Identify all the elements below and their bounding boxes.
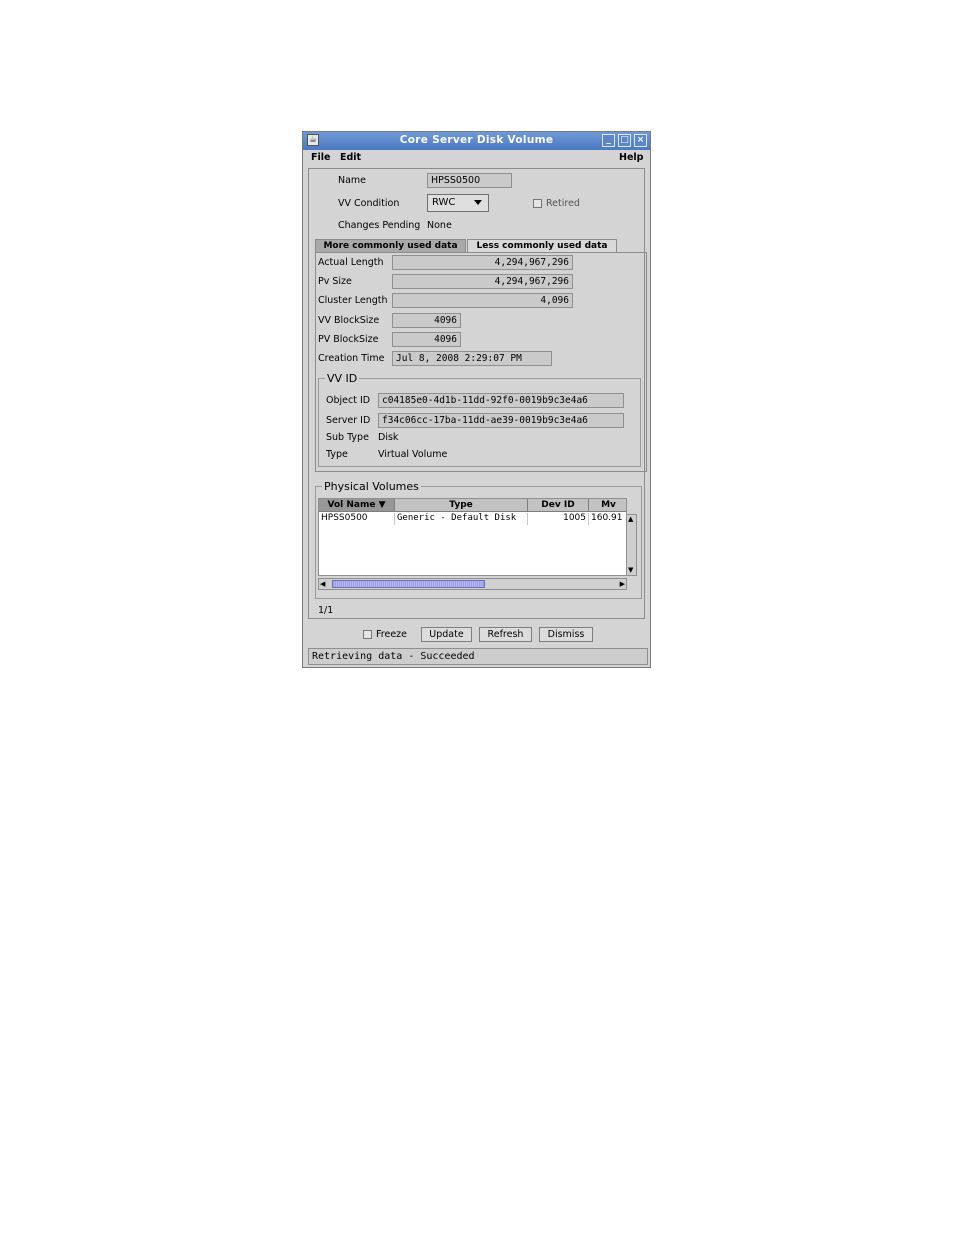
pv-blocksize-field: 4096 — [392, 332, 461, 347]
cluster-length-label: Cluster Length — [318, 295, 388, 306]
type-value: Virtual Volume — [378, 449, 448, 460]
name-field: HPSS0500 — [427, 173, 512, 188]
scrollbar-thumb[interactable] — [332, 580, 485, 588]
creation-time-field: Jul 8, 2008 2:29:07 PM — [392, 351, 552, 366]
column-header-type[interactable]: Type — [395, 499, 528, 512]
vv-blocksize-field: 4096 — [392, 313, 461, 328]
object-id-label: Object ID — [326, 395, 371, 406]
physical-volumes-group: Physical Volumes Vol Name ▼ Type Dev ID … — [315, 480, 642, 599]
title-bar[interactable]: ☕ Core Server Disk Volume _ □ × — [303, 132, 650, 150]
pv-size-field: 4,294,967,296 — [392, 274, 573, 289]
core-server-disk-volume-window: ☕ Core Server Disk Volume _ □ × File Edi… — [302, 131, 651, 668]
sub-type-label: Sub Type — [326, 432, 369, 443]
creation-time-label: Creation Time — [318, 353, 385, 364]
dismiss-button[interactable]: Dismiss — [539, 627, 593, 642]
sub-type-value: Disk — [378, 432, 399, 443]
name-label: Name — [338, 175, 367, 186]
pv-blocksize-label: PV BlockSize — [318, 334, 379, 345]
close-icon[interactable]: × — [634, 134, 647, 147]
server-id-field: f34c06cc-17ba-11dd-ae39-0019b9c3e4a6 — [378, 413, 624, 428]
vertical-scrollbar[interactable]: ▲ ▼ — [626, 514, 637, 576]
chevron-down-icon — [474, 200, 482, 205]
vv-condition-label: VV Condition — [338, 198, 400, 209]
menu-edit[interactable]: Edit — [340, 152, 361, 163]
tab-more-commonly-used[interactable]: More commonly used data — [315, 239, 466, 252]
cell-vol-name: HPSS0500 — [319, 513, 395, 525]
scroll-up-icon[interactable]: ▲ — [628, 516, 633, 523]
vv-id-title: VV ID — [325, 372, 360, 385]
scroll-right-icon[interactable]: ▶ — [620, 580, 625, 588]
status-bar: Retrieving data - Succeeded — [308, 648, 648, 665]
tab-less-commonly-used[interactable]: Less commonly used data — [467, 239, 617, 252]
column-header-vol-name[interactable]: Vol Name ▼ — [319, 499, 395, 512]
page-count: 1/1 — [318, 605, 334, 616]
window-title: Core Server Disk Volume — [399, 134, 554, 146]
vv-condition-select[interactable]: RWC — [427, 194, 489, 212]
cluster-length-field: 4,096 — [392, 293, 573, 308]
cell-type: Generic - Default Disk — [395, 513, 528, 525]
retired-checkbox[interactable] — [533, 199, 542, 208]
type-label: Type — [326, 449, 348, 460]
freeze-label: Freeze — [376, 629, 407, 640]
changes-pending-value: None — [427, 220, 452, 231]
update-button[interactable]: Update — [421, 627, 472, 642]
freeze-checkbox[interactable] — [363, 630, 372, 639]
retired-label: Retired — [546, 198, 580, 209]
vv-blocksize-label: VV BlockSize — [318, 315, 380, 326]
scroll-left-icon[interactable]: ◀ — [320, 580, 325, 588]
minimize-icon[interactable]: _ — [602, 134, 615, 147]
scroll-down-icon[interactable]: ▼ — [628, 567, 633, 574]
menu-file[interactable]: File — [311, 152, 330, 163]
menu-help[interactable]: Help — [619, 152, 643, 163]
horizontal-scrollbar[interactable]: ◀ ▶ — [318, 578, 627, 590]
more-data-panel: Actual Length 4,294,967,296 Pv Size 4,29… — [315, 252, 647, 472]
cell-dev-id: 1005 — [528, 513, 589, 525]
maximize-icon[interactable]: □ — [618, 134, 631, 147]
pv-size-label: Pv Size — [318, 276, 352, 287]
server-id-label: Server ID — [326, 415, 371, 426]
column-header-mv[interactable]: Mv — [589, 499, 626, 512]
actual-length-label: Actual Length — [318, 257, 384, 268]
physical-volumes-title: Physical Volumes — [322, 480, 421, 493]
vv-id-group: VV ID Object ID c04185e0-4d1b-11dd-92f0-… — [318, 372, 641, 467]
actual-length-field: 4,294,967,296 — [392, 255, 573, 270]
column-header-dev-id[interactable]: Dev ID — [528, 499, 589, 512]
refresh-button[interactable]: Refresh — [479, 627, 532, 642]
main-panel: Name HPSS0500 VV Condition RWC Retired C… — [308, 168, 647, 619]
vv-condition-value: RWC — [432, 197, 456, 208]
object-id-field: c04185e0-4d1b-11dd-92f0-0019b9c3e4a6 — [378, 393, 624, 408]
cell-mv: 160.91 — [589, 513, 626, 525]
physical-volumes-table: Vol Name ▼ Type Dev ID Mv HPSS0500 Gener… — [318, 498, 627, 576]
menu-bar: File Edit Help — [303, 150, 650, 166]
changes-pending-label: Changes Pending — [338, 220, 421, 231]
